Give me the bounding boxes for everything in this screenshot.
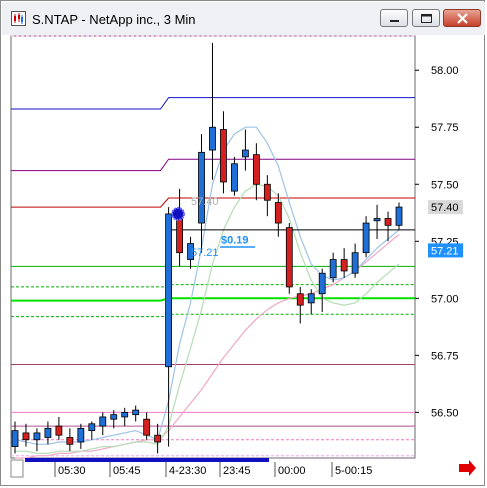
entry-price-label: 57.40: [191, 196, 219, 208]
candle-body[interactable]: [351, 252, 359, 274]
candle-body[interactable]: [165, 213, 173, 368]
candle-body[interactable]: [154, 434, 162, 443]
x-tick-label: 05:30: [58, 465, 86, 477]
candle-body[interactable]: [318, 272, 326, 295]
y-tick-label: 56.75: [431, 350, 459, 362]
candle-body[interactable]: [77, 427, 85, 443]
x-tick-label: 00:00: [278, 465, 306, 477]
candle-body[interactable]: [285, 227, 293, 288]
candle-body[interactable]: [220, 129, 227, 183]
stop-price-label: 57.21: [191, 247, 219, 259]
candle-body[interactable]: [209, 126, 216, 151]
candle-body[interactable]: [132, 409, 140, 416]
candle-body[interactable]: [22, 432, 30, 441]
scroll-right-arrow-icon[interactable]: [459, 460, 476, 476]
candle-body[interactable]: [110, 414, 118, 420]
price-chart[interactable]: 57.4057.21$0.19 58.0057.7557.5057.2557.0…: [1, 1, 486, 487]
y-tick-label: 58.00: [431, 65, 459, 77]
y-tick-label: 56.50: [431, 407, 459, 419]
y-tick-label: 57.75: [431, 122, 459, 134]
y-tick-label: 57.00: [431, 293, 459, 305]
x-tick-label: 23:45: [223, 465, 251, 477]
price-plot-area[interactable]: 57.40 57.21$0.19: [10, 35, 416, 459]
x-tick-label: 05:45: [113, 465, 141, 477]
candle-body[interactable]: [340, 259, 348, 272]
candle-body[interactable]: [99, 416, 107, 427]
x-tick-label: 5-00:15: [335, 465, 372, 477]
candle-body[interactable]: [252, 154, 260, 185]
candle-body[interactable]: [362, 222, 370, 254]
candle-body[interactable]: [33, 432, 41, 441]
candle-body[interactable]: [384, 218, 392, 226]
candle-body[interactable]: [231, 163, 238, 192]
candle-body[interactable]: [121, 411, 129, 418]
time-axis[interactable]: 05:30 05:45 4-23:30 23:45 00:00 5-00:15: [10, 458, 476, 478]
time-scrollbar-thumb[interactable]: [25, 458, 269, 462]
candle-body[interactable]: [88, 423, 96, 432]
pnl-label: $0.19: [221, 235, 249, 247]
price-axis[interactable]: 58.0057.7557.5057.2557.0056.7556.5057.40…: [415, 65, 463, 419]
time-scroll-handle[interactable]: [10, 459, 24, 478]
candle-body[interactable]: [66, 437, 74, 445]
chart-window: S.NTAP - NetApp inc., 3 Min 57.40 57.21 $0…: [0, 0, 485, 486]
candle-body[interactable]: [55, 425, 63, 436]
candle-body[interactable]: [274, 202, 282, 224]
x-tick-label: 4-23:30: [169, 465, 206, 477]
last-price-tag-label: 57.40: [431, 202, 459, 214]
candle-body[interactable]: [263, 183, 271, 201]
candle-body[interactable]: [198, 151, 205, 224]
candle-body[interactable]: [11, 430, 19, 447]
candle-body[interactable]: [373, 218, 381, 222]
candle-body[interactable]: [395, 206, 403, 226]
current-price-tag-label: 57.21: [431, 245, 459, 257]
candle-body[interactable]: [143, 418, 151, 436]
candle-body[interactable]: [296, 293, 304, 306]
candle-body[interactable]: [329, 259, 337, 279]
candle-body[interactable]: [307, 293, 315, 304]
entry-marker-icon[interactable]: [171, 206, 185, 221]
candle-body[interactable]: [44, 427, 52, 438]
y-tick-label: 57.50: [431, 179, 459, 191]
candle-body[interactable]: [241, 149, 249, 158]
